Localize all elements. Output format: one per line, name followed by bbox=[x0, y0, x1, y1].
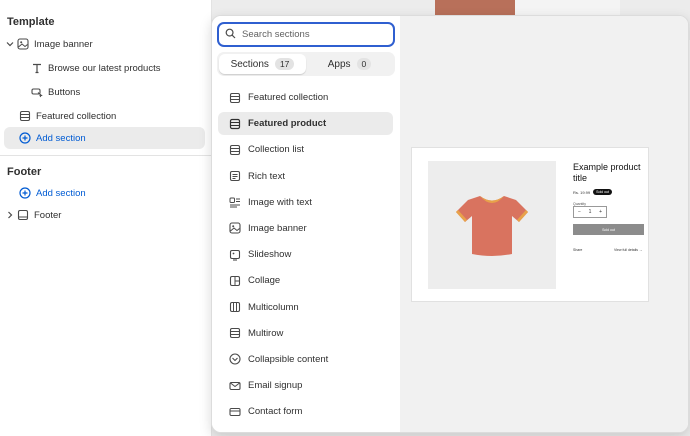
section-option-label: Email signup bbox=[248, 380, 303, 392]
search-icon bbox=[225, 26, 236, 44]
section-option-collage[interactable]: Collage bbox=[218, 269, 393, 292]
section-tabs: Sections 17 Apps 0 bbox=[217, 52, 395, 76]
featured-collection-icon bbox=[228, 91, 242, 105]
footer-icon bbox=[16, 208, 30, 222]
sidebar-item-featured-collection[interactable]: Featured collection bbox=[4, 105, 205, 127]
image-with-text-icon bbox=[228, 195, 242, 209]
quantity-stepper: − 1 + bbox=[573, 206, 607, 218]
section-option-label: Multirow bbox=[248, 327, 284, 339]
tab-apps[interactable]: Apps 0 bbox=[306, 54, 393, 74]
image-banner-icon bbox=[16, 37, 30, 51]
add-section-button-footer[interactable]: Add section bbox=[4, 182, 205, 204]
tab-label: Apps bbox=[327, 58, 351, 70]
add-section-popover: Sections 17 Apps 0 Featured collectionFe… bbox=[211, 15, 689, 433]
view-full-details-link: View full details → bbox=[614, 248, 643, 252]
slideshow-icon bbox=[228, 248, 242, 262]
section-option-email-signup[interactable]: Email signup bbox=[218, 374, 393, 397]
section-option-featured-collection[interactable]: Featured collection bbox=[218, 86, 393, 109]
search-box[interactable] bbox=[217, 22, 395, 47]
qty-minus: − bbox=[578, 209, 581, 215]
sold-out-badge: Sold out bbox=[593, 189, 612, 195]
multicolumn-icon bbox=[228, 300, 242, 314]
qty-value: 1 bbox=[588, 209, 592, 215]
section-option-contact-form[interactable]: Contact form bbox=[218, 400, 393, 423]
section-option-label: Collection list bbox=[248, 144, 304, 156]
section-option-multirow[interactable]: Multirow bbox=[218, 322, 393, 345]
email-signup-icon bbox=[228, 379, 242, 393]
featured-product-icon bbox=[228, 117, 242, 131]
section-list-panel: Sections 17 Apps 0 Featured collectionFe… bbox=[212, 16, 400, 432]
section-list: Featured collection Featured product Colle… bbox=[218, 86, 393, 426]
text-icon bbox=[30, 61, 44, 75]
tab-sections[interactable]: Sections 17 bbox=[219, 54, 306, 74]
sidebar-item-label: Footer bbox=[34, 209, 62, 221]
section-option-label: Image with text bbox=[248, 196, 312, 208]
count-badge: 0 bbox=[356, 58, 372, 70]
section-option-collection-list[interactable]: Collection list bbox=[218, 138, 393, 161]
section-option-featured-product[interactable]: Featured product bbox=[218, 112, 393, 136]
footer-heading: Footer bbox=[7, 166, 42, 178]
button-icon bbox=[30, 85, 44, 99]
search-input[interactable] bbox=[242, 29, 382, 40]
section-option-label: Featured product bbox=[248, 118, 327, 130]
sidebar-item-browse-text[interactable]: Browse our latest products bbox=[4, 57, 205, 79]
add-section-label: Add section bbox=[36, 132, 86, 144]
rich-text-icon bbox=[228, 169, 242, 183]
add-section-button-template[interactable]: Add section bbox=[4, 127, 205, 149]
price: Rs. 19.99 bbox=[573, 189, 591, 195]
collection-list-icon bbox=[228, 143, 242, 157]
banner-image-fragment bbox=[435, 0, 515, 16]
add-section-label: Add section bbox=[36, 187, 86, 199]
share-link: Share bbox=[573, 248, 583, 252]
sidebar-item-label: Buttons bbox=[48, 86, 81, 98]
banner-image-fragment-light bbox=[515, 0, 620, 16]
sidebar-item-image-banner[interactable]: Image banner bbox=[4, 33, 205, 55]
chevron-down-icon[interactable] bbox=[4, 38, 16, 50]
section-option-multicolumn[interactable]: Multicolumn bbox=[218, 296, 393, 319]
section-option-image-with-text[interactable]: Image with text bbox=[218, 191, 393, 214]
tshirt-icon bbox=[456, 196, 528, 256]
product-title: Example product title bbox=[573, 162, 641, 183]
section-option-slideshow[interactable]: Slideshow bbox=[218, 243, 393, 266]
editor-sidebar: Template Image banner Browse our latest … bbox=[0, 0, 212, 436]
collage-icon bbox=[228, 274, 242, 288]
featured-product-preview-card: Example product title Rs. 19.99 Sold out… bbox=[411, 147, 649, 302]
count-badge: 17 bbox=[274, 58, 295, 70]
multirow-icon bbox=[228, 326, 242, 340]
plus-circle-icon bbox=[18, 186, 32, 200]
sidebar-item-label: Browse our latest products bbox=[48, 62, 161, 74]
section-option-collapsible-content[interactable]: Collapsible content bbox=[218, 348, 393, 371]
product-image bbox=[428, 161, 556, 289]
section-option-label: Contact form bbox=[248, 406, 303, 418]
section-option-rich-text[interactable]: Rich text bbox=[218, 165, 393, 188]
section-option-label: Featured collection bbox=[248, 92, 329, 103]
collapsible-content-icon bbox=[228, 352, 242, 366]
image-banner-icon bbox=[228, 221, 242, 235]
section-option-label: Multicolumn bbox=[248, 301, 299, 313]
template-heading: Template bbox=[7, 16, 55, 28]
section-option-label: Image banner bbox=[248, 222, 307, 234]
sidebar-divider bbox=[0, 155, 212, 156]
contact-form-icon bbox=[228, 405, 242, 419]
featured-collection-icon bbox=[18, 109, 32, 123]
price-row: Rs. 19.99 Sold out bbox=[573, 189, 612, 195]
sidebar-item-label: Image banner bbox=[34, 38, 93, 50]
qty-plus: + bbox=[599, 209, 602, 215]
section-option-label: Rich text bbox=[248, 170, 285, 182]
section-option-label: Collapsible content bbox=[248, 353, 329, 365]
section-option-label: Collage bbox=[248, 275, 281, 287]
section-preview-panel: Example product title Rs. 19.99 Sold out… bbox=[400, 16, 688, 432]
section-option-image-banner[interactable]: Image banner bbox=[218, 217, 393, 240]
tab-label: Sections bbox=[230, 58, 269, 70]
plus-circle-icon bbox=[18, 131, 32, 145]
sold-out-button: Sold out bbox=[573, 224, 644, 235]
sidebar-item-buttons[interactable]: Buttons bbox=[4, 81, 205, 103]
chevron-right-icon[interactable] bbox=[4, 209, 16, 221]
sidebar-item-label: Featured collection bbox=[36, 110, 117, 122]
sidebar-item-footer[interactable]: Footer bbox=[4, 204, 205, 226]
section-option-label: Slideshow bbox=[248, 249, 292, 261]
